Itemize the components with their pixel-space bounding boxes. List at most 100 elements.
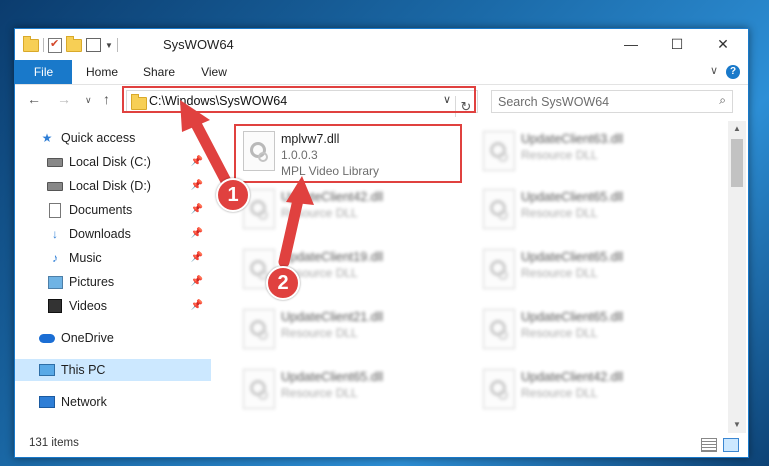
file-name: UpdateClient65.dll (521, 190, 624, 204)
file-name: UpdateClient65.dll (521, 250, 624, 264)
scroll-up-icon[interactable]: ▲ (728, 121, 746, 137)
network-icon (39, 396, 55, 408)
scroll-down-icon[interactable]: ▼ (728, 417, 746, 433)
music-icon: ♪ (52, 251, 58, 265)
dll-file-icon (483, 131, 515, 171)
dll-file-icon (243, 369, 275, 409)
step-1-badge: 1 (216, 178, 250, 212)
file-item[interactable]: UpdateClient42.dll Resource DLL (233, 183, 463, 239)
sidebar-item-local-disk-d[interactable]: Local Disk (D:) 📌 (47, 175, 211, 197)
star-icon: ★ (41, 131, 53, 145)
maximize-button[interactable]: ☐ (654, 29, 700, 59)
customize-dropdown-icon[interactable]: ▼ (105, 41, 113, 50)
dll-file-icon (483, 189, 515, 229)
file-type: Resource DLL (521, 206, 598, 220)
download-icon: ↓ (52, 227, 58, 241)
recent-locations-button[interactable]: ∨ (85, 95, 92, 106)
file-name: UpdateClient63.dll (521, 132, 624, 146)
tab-view[interactable]: View (191, 60, 237, 84)
file-item[interactable]: UpdateClient42.dll Resource DLL (473, 363, 703, 419)
file-item[interactable]: UpdateClient65.dll Resource DLL (473, 243, 703, 299)
file-type: Resource DLL (281, 206, 358, 220)
step-2-badge: 2 (266, 266, 300, 300)
tab-home[interactable]: Home (77, 60, 127, 84)
toolbar-divider (43, 38, 44, 52)
properties-check-icon[interactable] (48, 37, 62, 53)
sidebar-item-label: Videos (69, 299, 107, 313)
new-folder-icon[interactable] (66, 35, 82, 52)
status-bar: 131 items (15, 433, 748, 457)
sidebar-item-label: Local Disk (D:) (69, 179, 151, 193)
pin-icon[interactable]: 📌 (191, 300, 203, 311)
file-item[interactable]: UpdateClient65.dll Resource DLL (233, 363, 463, 419)
file-name: UpdateClient19.dll (281, 250, 384, 264)
file-type: Resource DLL (281, 386, 358, 400)
sidebar-item-quick-access[interactable]: ★ Quick access (39, 127, 211, 149)
help-icon[interactable]: ? (726, 65, 740, 79)
close-button[interactable]: ✕ (700, 29, 746, 59)
sidebar-item-network[interactable]: Network (39, 391, 211, 413)
file-type: Resource DLL (281, 326, 358, 340)
file-type: Resource DLL (521, 266, 598, 280)
file-type: Resource DLL (521, 326, 598, 340)
dll-file-icon (483, 249, 515, 289)
file-item[interactable]: UpdateClient21.dll Resource DLL (233, 303, 463, 359)
sidebar-item-videos[interactable]: Videos 📌 (47, 295, 211, 317)
sidebar-item-downloads[interactable]: ↓ Downloads 📌 (47, 223, 211, 245)
sidebar-item-label: OneDrive (61, 331, 114, 345)
file-type: Resource DLL (521, 386, 598, 400)
pin-icon[interactable]: 📌 (191, 180, 203, 191)
file-item[interactable]: UpdateClient63.dll Resource DLL (473, 125, 703, 181)
large-icons-view-icon[interactable] (723, 438, 739, 452)
pin-icon[interactable]: 📌 (191, 204, 203, 215)
scroll-thumb[interactable] (731, 139, 743, 187)
file-highlight-box (234, 124, 462, 183)
forward-button[interactable]: → (57, 91, 71, 107)
sidebar-item-onedrive[interactable]: OneDrive (39, 327, 211, 349)
search-input[interactable] (492, 91, 710, 112)
sidebar-item-music[interactable]: ♪ Music 📌 (47, 247, 211, 269)
file-item[interactable]: UpdateClient65.dll Resource DLL (473, 303, 703, 359)
tab-file[interactable]: File (15, 60, 72, 84)
document-icon (49, 202, 61, 218)
sidebar-item-label: Documents (69, 203, 133, 217)
sidebar-item-label: Music (69, 251, 102, 265)
item-count: 131 items (29, 437, 79, 449)
sidebar-item-label: Quick access (61, 131, 136, 145)
file-item[interactable]: UpdateClient65.dll Resource DLL (473, 183, 703, 239)
search-icon[interactable]: ⌕ (719, 93, 726, 108)
disk-icon (47, 157, 63, 167)
pc-icon (39, 364, 55, 376)
pin-icon[interactable]: 📌 (191, 276, 203, 287)
file-name: UpdateClient65.dll (521, 310, 624, 324)
tab-share[interactable]: Share (133, 60, 185, 84)
pin-icon[interactable]: 📌 (191, 228, 203, 239)
up-button[interactable]: ↑ (103, 91, 110, 107)
details-view-icon[interactable] (701, 438, 717, 452)
sidebar-item-local-disk-c[interactable]: Local Disk (C:) 📌 (47, 151, 211, 173)
file-name: UpdateClient42.dll (521, 370, 624, 384)
vertical-scrollbar[interactable]: ▲ ▼ (728, 121, 746, 433)
disk-icon (47, 181, 63, 191)
title-bar: ▼ SysWOW64 — ☐ ✕ (15, 29, 748, 60)
sidebar-item-label: Network (61, 395, 107, 409)
ribbon-tabs: File Home Share View ∨ ? (15, 60, 748, 85)
back-button[interactable]: ← (27, 91, 41, 107)
navigation-pane: ★ Quick access Local Disk (C:) 📌 Local D… (15, 121, 211, 433)
sidebar-item-label: This PC (61, 363, 106, 377)
sidebar-item-documents[interactable]: Documents 📌 (47, 199, 211, 221)
address-highlight-box (122, 86, 476, 113)
expand-ribbon-icon[interactable]: ∨ (710, 64, 718, 77)
sidebar-item-label: Pictures (69, 275, 115, 289)
pin-icon[interactable]: 📌 (191, 156, 203, 167)
pin-icon[interactable]: 📌 (191, 252, 203, 263)
sidebar-item-this-pc[interactable]: This PC (15, 359, 211, 381)
sidebar-item-pictures[interactable]: Pictures 📌 (47, 271, 211, 293)
sidebar-item-label: Local Disk (C:) (69, 155, 151, 169)
pictures-icon (47, 275, 63, 289)
search-box[interactable]: ⌕ (491, 90, 733, 113)
rename-icon[interactable] (86, 38, 101, 52)
file-name: UpdateClient65.dll (281, 370, 384, 384)
folder-icon (23, 35, 39, 52)
minimize-button[interactable]: — (608, 29, 654, 59)
